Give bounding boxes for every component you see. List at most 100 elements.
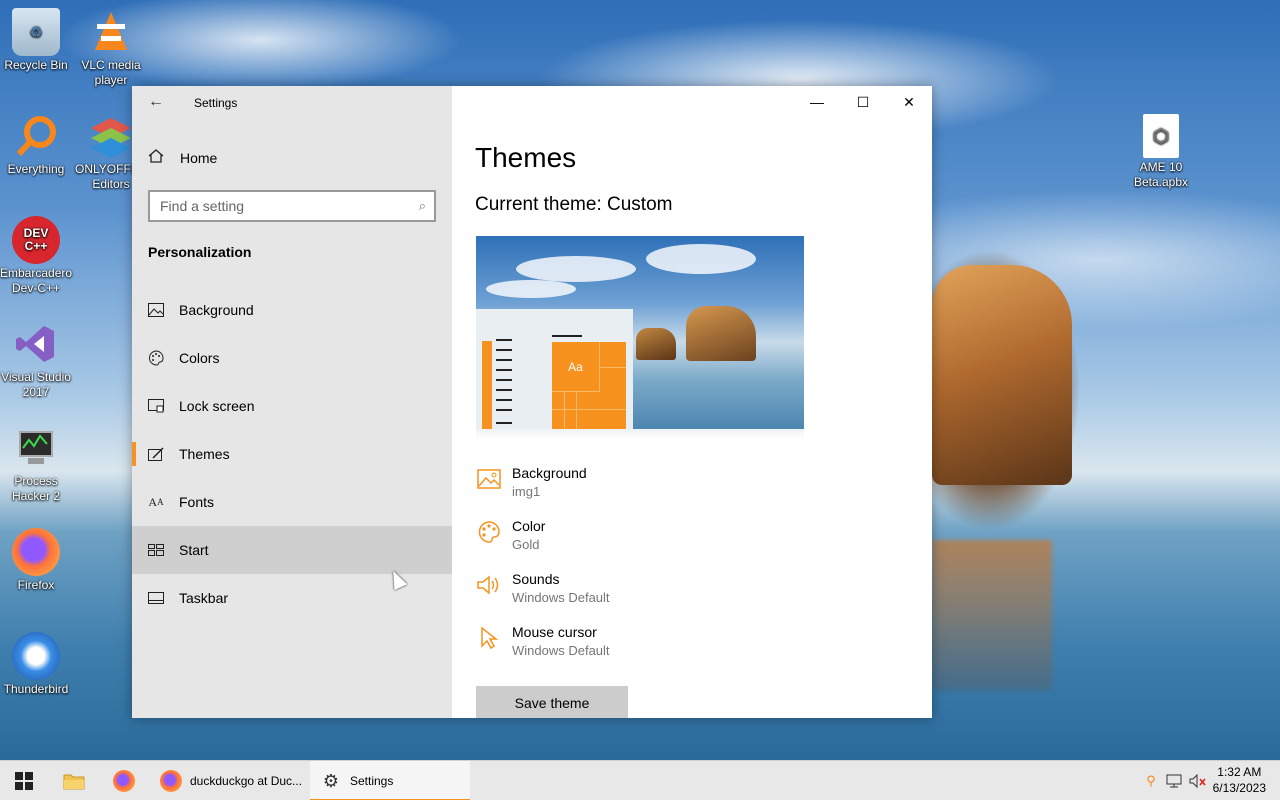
sidebar-item-colors[interactable]: Colors [132, 334, 452, 382]
firefox-icon [113, 770, 135, 792]
sidebar-item-label: Colors [179, 350, 220, 366]
devcpp-icon: DEV C++ [12, 216, 60, 264]
property-name: Color [512, 518, 546, 534]
preview-cloud [486, 280, 576, 298]
preview-menu-line [496, 349, 512, 351]
search-input[interactable] [160, 198, 410, 214]
preview-start-menu: Aa [476, 309, 633, 429]
desktop-icon-apbx-file[interactable]: ⬡ AME 10 Beta.apbx [1125, 114, 1197, 190]
back-button[interactable]: ← [144, 92, 168, 112]
theme-property-mouse-cursor[interactable]: Mouse cursor Windows Default [476, 623, 610, 661]
sidebar-item-label: Themes [179, 446, 230, 462]
preview-menu-line [496, 389, 512, 391]
preview-menu-line [496, 409, 512, 411]
desktop-icon-label: Visual Studio 2017 [1, 370, 71, 399]
everything-tray-icon[interactable]: ⚲ [1141, 771, 1161, 791]
home-nav-item[interactable]: Home [148, 148, 217, 167]
desktop-icon-process-hacker[interactable]: Process Hacker 2 [0, 424, 72, 504]
thunderbird-icon [12, 632, 60, 680]
preview-menu-line [496, 359, 512, 361]
maximize-button[interactable]: ☐ [840, 86, 886, 118]
desktop-icon-recycle-bin[interactable]: ♻ Recycle Bin [0, 8, 72, 73]
sidebar-item-fonts[interactable]: AA Fonts [132, 478, 452, 526]
preview-rock [686, 306, 756, 361]
desktop-icon-label: Firefox [17, 578, 55, 592]
close-button[interactable]: ✕ [886, 86, 932, 118]
preview-tile-divider [600, 367, 626, 368]
property-name: Mouse cursor [512, 624, 597, 640]
palette-icon [148, 350, 164, 366]
desktop-icon-devcpp[interactable]: DEV C++ Embarcadero Dev-C++ [0, 216, 72, 296]
preview-cloud [516, 256, 636, 282]
property-value: Gold [512, 537, 540, 552]
recycle-bin-icon: ♻ [12, 8, 60, 56]
desktop-icon-everything[interactable]: Everything [0, 112, 72, 177]
minimize-button[interactable]: — [794, 86, 840, 118]
desktop-icon-visual-studio[interactable]: Visual Studio 2017 [0, 320, 72, 400]
page-title: Themes [475, 142, 577, 173]
system-clock[interactable]: 1:32 AM 6/13/2023 [1213, 764, 1266, 796]
desktop-icon-label: Thunderbird [3, 682, 69, 696]
sidebar-item-start[interactable]: Start [132, 526, 452, 574]
file-explorer-button[interactable] [50, 761, 98, 800]
property-value: Windows Default [512, 590, 610, 605]
theme-property-background[interactable]: Background img1 [476, 464, 587, 502]
network-icon[interactable] [1164, 771, 1184, 791]
taskbar: duckduckgo at Duc... ⚙ Settings ⚲ 1:32 A… [0, 760, 1280, 800]
apbx-file-icon: ⬡ [1143, 114, 1179, 158]
preview-menu-line [552, 335, 582, 337]
theme-property-sounds[interactable]: Sounds Windows Default [476, 570, 610, 608]
sidebar-item-label: Fonts [179, 494, 215, 510]
search-box[interactable]: ⌕ [148, 190, 436, 222]
sidebar-item-label: Background [179, 302, 254, 318]
preview-menu-line [496, 399, 512, 401]
theme-preview: Aa [476, 236, 804, 429]
preview-reflection [476, 429, 804, 439]
visual-studio-icon [12, 320, 60, 368]
firefox-pinned-button[interactable] [100, 761, 148, 800]
process-hacker-icon [12, 424, 60, 472]
desktop-icon-label: VLC media player [81, 58, 141, 87]
settings-main-pane: — ☐ ✕ Themes Current theme: Custom Aa Ba… [452, 86, 932, 718]
preview-menu-line [496, 369, 512, 371]
sidebar-item-themes[interactable]: Themes [132, 430, 452, 478]
theme-property-color[interactable]: Color Gold [476, 517, 545, 555]
settings-window: ← Settings Home ⌕ Personalization Backgr… [132, 86, 932, 718]
desktop-icon-label: Embarcadero Dev-C++ [0, 266, 73, 295]
current-theme-label: Current theme: Custom [475, 194, 673, 215]
minimize-icon: — [810, 94, 824, 110]
taskbar-app-settings[interactable]: ⚙ Settings [310, 761, 470, 800]
onlyoffice-icon [87, 112, 135, 160]
home-icon [148, 148, 164, 167]
close-icon: ✕ [903, 93, 915, 110]
preview-tile-divider [564, 392, 565, 429]
property-name: Sounds [512, 571, 560, 587]
sidebar-item-label: Taskbar [179, 590, 229, 606]
firefox-icon [12, 528, 60, 576]
preview-tile-aa: Aa [552, 342, 600, 392]
settings-sidebar: ← Settings Home ⌕ Personalization Backgr… [132, 86, 452, 718]
sidebar-item-lock-screen[interactable]: Lock screen [132, 382, 452, 430]
picture-icon [148, 302, 164, 318]
start-button[interactable] [0, 761, 48, 800]
picture-icon [476, 466, 502, 492]
firefox-icon [160, 770, 182, 792]
volume-muted-icon[interactable] [1188, 771, 1208, 791]
desktop-icon-firefox[interactable]: Firefox [0, 528, 72, 593]
taskbar-app-label: duckduckgo at Duc... [190, 774, 303, 788]
sidebar-item-label: Start [179, 542, 209, 558]
windows-logo-icon [15, 772, 33, 790]
save-theme-button[interactable]: Save theme [476, 686, 628, 718]
lock-screen-icon [148, 398, 164, 414]
desktop-icon-label: Recycle Bin [4, 58, 68, 72]
sidebar-item-background[interactable]: Background [132, 286, 452, 334]
desktop-icon-thunderbird[interactable]: Thunderbird [0, 632, 72, 697]
desktop-icon-vlc[interactable]: VLC media player [75, 8, 147, 88]
taskbar-app-label: Settings [350, 774, 394, 788]
taskbar-app-firefox[interactable]: duckduckgo at Duc... [150, 761, 308, 800]
preview-menu-line [496, 422, 512, 424]
sidebar-item-label: Lock screen [179, 398, 255, 414]
preview-cloud [646, 244, 756, 274]
wallpaper-rock [932, 265, 1072, 485]
desktop-icon-label: AME 10 Beta.apbx [1133, 160, 1189, 189]
